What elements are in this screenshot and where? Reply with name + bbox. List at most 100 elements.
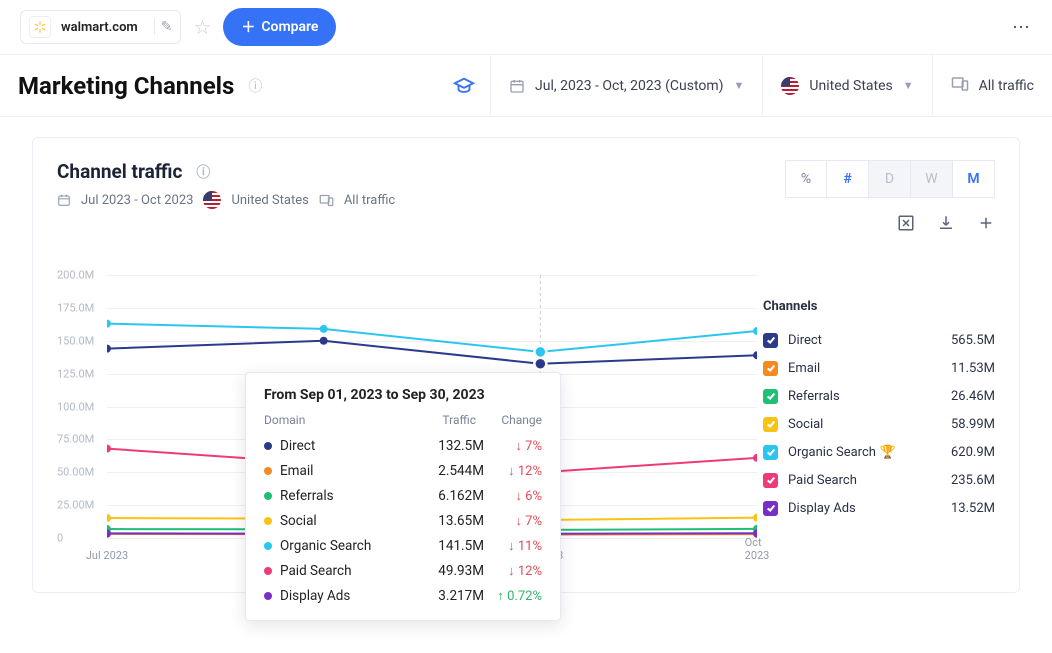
us-flag-icon [781,77,799,95]
tooltip-row: Email2.544M↓ 12% [264,458,542,483]
info-icon[interactable]: ⓘ [248,76,262,96]
tooltip-col-domain: Domain [264,413,406,427]
chart-tooltip: From Sep 01, 2023 to Sep 30, 2023 Domain… [245,372,561,621]
legend-value: 26.46M [951,389,995,404]
sub-devices: All traffic [344,193,395,208]
tooltip-change: ↓ 12% [484,463,542,479]
legend-row[interactable]: Direct565.5M [763,326,995,354]
legend-row[interactable]: Paid Search235.6M [763,466,995,494]
tooltip-row: Social13.65M↓ 7% [264,508,542,533]
tooltip-change: ↓ 7% [484,438,542,454]
tooltip-row: Display Ads3.217M↑ 0.72% [264,583,542,608]
y-axis-tick: 150.0M [57,334,94,347]
download-icon[interactable] [937,214,955,236]
y-axis-tick: 125.0M [57,367,94,380]
legend-swatch [763,389,778,404]
card-header: Channel traffic ⓘ Jul 2023 - Oct 2023 Un… [57,160,995,209]
tooltip-title: From Sep 01, 2023 to Sep 30, 2023 [264,387,542,403]
y-axis-tick: 200.0M [57,269,94,282]
legend-label: Display Ads [788,501,856,516]
tooltip-change: ↓ 11% [484,538,542,554]
tooltip-row: Direct132.5M↓ 7% [264,433,542,458]
tooltip-traffic: 49.93M [414,563,484,579]
seg-day[interactable]: D [869,160,911,198]
y-axis-tick: 75.00M [57,433,94,446]
tooltip-row: Referrals6.162M↓ 6% [264,483,542,508]
legend-value: 620.9M [951,445,995,460]
tooltip-name: Email [280,463,414,479]
devices-icon [319,193,334,208]
legend-title: Channels [763,299,995,314]
seg-percent[interactable]: % [785,160,827,198]
legend-value: 565.5M [951,333,995,348]
country-filter[interactable]: United States ▼ [762,55,931,117]
education-icon[interactable] [438,75,490,97]
compare-button[interactable]: ＋ Compare [223,8,336,46]
tooltip-traffic: 132.5M [414,438,484,454]
date-range-filter[interactable]: Jul, 2023 - Oct, 2023 (Custom) ▼ [490,55,762,117]
more-menu-icon[interactable]: ⋯ [1012,17,1032,38]
calendar-icon [509,78,525,94]
tooltip-dot [264,467,272,475]
edit-icon[interactable]: ✎ [154,19,173,35]
tooltip-name: Organic Search [280,538,414,554]
card-title-text: Channel traffic [57,160,182,183]
y-axis-tick: 50.00M [57,466,94,479]
tooltip-traffic: 13.65M [414,513,484,529]
devices-label: All traffic [979,78,1034,94]
tooltip-traffic: 3.217M [414,588,484,604]
legend-swatch [763,445,778,460]
seg-hash[interactable]: # [827,160,869,198]
tooltip-col-traffic: Traffic [406,413,476,427]
legend-row[interactable]: Social58.99M [763,410,995,438]
channel-traffic-card: Channel traffic ⓘ Jul 2023 - Oct 2023 Un… [32,137,1020,593]
x-axis-tick: Jul 2023 [86,549,128,562]
devices-filter[interactable]: All traffic [932,55,1052,117]
tooltip-traffic: 6.162M [414,488,484,504]
star-icon[interactable]: ☆ [193,15,211,39]
calendar-icon [57,193,71,207]
legend-swatch [763,417,778,432]
seg-month[interactable]: M [953,160,995,198]
export-excel-icon[interactable] [897,214,915,236]
legend-value: 235.6M [951,473,995,488]
legend-label: Email [788,361,820,376]
legend-swatch [763,333,778,348]
sub-date: Jul 2023 - Oct 2023 [81,193,193,208]
legend-swatch [763,361,778,376]
card-actions [897,214,995,236]
seg-week[interactable]: W [911,160,953,198]
tooltip-name: Display Ads [280,588,414,604]
compare-label: Compare [261,19,318,35]
tooltip-traffic: 2.544M [414,463,484,479]
legend-swatch [763,501,778,516]
tooltip-dot [264,517,272,525]
legend-row[interactable]: Referrals26.46M [763,382,995,410]
view-segment: % # D W M [785,160,995,198]
y-axis-tick: 175.0M [57,301,94,314]
tooltip-change: ↓ 12% [484,563,542,579]
trophy-icon: 🏆 [880,445,896,460]
date-range-label: Jul, 2023 - Oct, 2023 (Custom) [535,78,724,94]
legend-label: Organic Search [788,445,876,460]
page-title: Marketing Channels [10,72,242,100]
legend-row[interactable]: Organic Search 🏆 620.9M [763,438,995,466]
legend-swatch [763,473,778,488]
add-icon[interactable] [977,214,995,236]
sub-country: United States [231,193,308,208]
y-axis-tick: 0 [57,532,63,545]
domain-chip[interactable]: walmart.com ✎ [20,10,181,44]
topbar: walmart.com ✎ ☆ ＋ Compare ⋯ [0,0,1052,55]
tooltip-traffic: 141.5M [414,538,484,554]
tooltip-change: ↓ 7% [484,513,542,529]
info-icon[interactable]: ⓘ [196,162,210,182]
tooltip-dot [264,492,272,500]
tooltip-dot [264,592,272,600]
tooltip-dot [264,442,272,450]
legend-row[interactable]: Email 11.53M [763,354,995,382]
legend-value: 11.53M [951,361,995,376]
legend-value: 58.99M [951,417,995,432]
y-axis-tick: 100.0M [57,400,94,413]
legend-row[interactable]: Display Ads13.52M [763,494,995,522]
tooltip-name: Social [280,513,414,529]
